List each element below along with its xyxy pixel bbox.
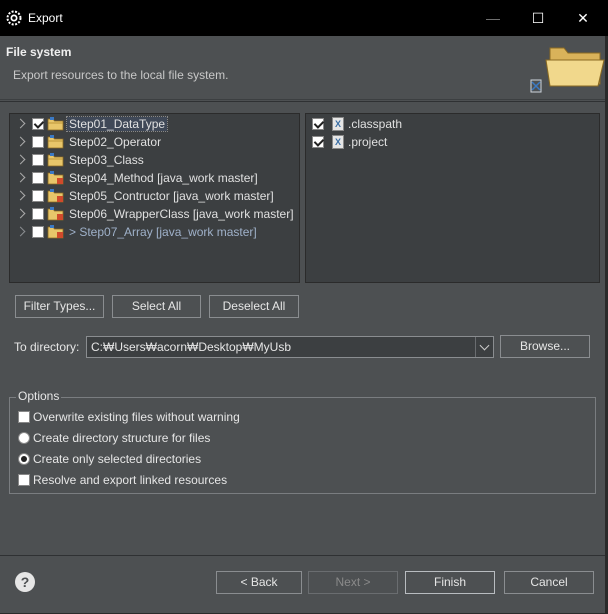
tree-item-label: Step01_DataType xyxy=(65,116,169,132)
finish-label: Finish xyxy=(433,575,466,589)
project-folder-icon xyxy=(47,153,64,167)
wizard-header: File system Export resources to the loca… xyxy=(0,36,608,100)
cancel-label: Cancel xyxy=(530,575,568,589)
file-list[interactable]: X .classpath X .project xyxy=(305,113,600,283)
tree-checkbox[interactable] xyxy=(32,172,44,184)
deselect-all-label: Deselect All xyxy=(222,299,286,313)
chevron-right-icon[interactable] xyxy=(15,154,26,165)
create-structure-label: Create directory structure for files xyxy=(33,431,211,445)
to-directory-label: To directory: xyxy=(14,340,80,354)
chevron-right-icon[interactable] xyxy=(15,136,26,147)
deselect-all-button[interactable]: Deselect All xyxy=(209,295,299,318)
options-title: Options xyxy=(16,389,62,403)
tree-row[interactable]: Step02_Operator xyxy=(10,134,299,152)
resolve-linked-checkbox[interactable] xyxy=(18,474,30,486)
list-item[interactable]: X .project xyxy=(306,134,599,152)
browse-label: Browse... xyxy=(519,339,570,353)
directory-combo[interactable]: C:₩Users₩acorn₩Desktop₩MyUsb xyxy=(86,336,494,358)
tree-row[interactable]: > Step07_Array [java_work master] xyxy=(10,224,299,242)
tree-checkbox[interactable] xyxy=(32,208,44,220)
filter-types-button[interactable]: Filter Types... xyxy=(15,295,104,318)
help-icon[interactable]: ? xyxy=(15,572,35,592)
git-project-folder-icon xyxy=(47,189,64,203)
create-structure-radio[interactable] xyxy=(18,432,30,444)
chevron-right-icon[interactable] xyxy=(15,208,26,219)
tree-row[interactable]: Step04_Method [java_work master] xyxy=(10,170,299,188)
maximize-button[interactable]: ☐ xyxy=(515,0,561,36)
header-separator xyxy=(0,101,608,102)
finish-button[interactable]: Finish xyxy=(405,571,495,594)
tree-item-label: > Step07_Array [java_work master] xyxy=(69,225,257,239)
chevron-right-icon[interactable] xyxy=(15,172,26,183)
tree-row[interactable]: Step06_WrapperClass [java_work master] xyxy=(10,206,299,224)
tree-item-label: Step03_Class xyxy=(69,153,144,167)
eclipse-gear-icon xyxy=(6,10,22,26)
footer-separator xyxy=(0,555,608,556)
file-checkbox[interactable] xyxy=(312,118,324,130)
tree-item-label: Step02_Operator xyxy=(69,135,162,149)
git-project-folder-icon xyxy=(47,171,64,185)
page-description: Export resources to the local file syste… xyxy=(13,68,229,82)
page-title: File system xyxy=(6,45,72,59)
export-folder-icon xyxy=(530,38,608,96)
file-checkbox[interactable] xyxy=(312,136,324,148)
chevron-right-icon[interactable] xyxy=(15,118,26,129)
browse-button[interactable]: Browse... xyxy=(500,335,590,358)
overwrite-checkbox[interactable] xyxy=(18,411,30,423)
project-folder-icon xyxy=(47,117,64,131)
create-selected-radio[interactable] xyxy=(18,453,30,465)
list-item[interactable]: X .classpath xyxy=(306,116,599,134)
back-button[interactable]: < Back xyxy=(216,571,302,594)
cancel-button[interactable]: Cancel xyxy=(504,571,594,594)
window-title: Export xyxy=(28,11,63,25)
tree-item-label: Step05_Contructor [java_work master] xyxy=(69,189,274,203)
next-label: Next > xyxy=(335,575,371,589)
filter-types-label: Filter Types... xyxy=(23,299,96,313)
chevron-right-icon[interactable] xyxy=(15,226,26,237)
tree-row[interactable]: Step03_Class xyxy=(10,152,299,170)
tree-item-label: Step06_WrapperClass [java_work master] xyxy=(69,207,294,221)
title-bar: Export — ☐ ✕ xyxy=(0,0,608,36)
git-project-folder-icon xyxy=(47,207,64,221)
resolve-linked-label: Resolve and export linked resources xyxy=(33,473,228,487)
tree-checkbox[interactable] xyxy=(32,118,44,130)
tree-item-label: Step04_Method [java_work master] xyxy=(69,171,258,185)
project-tree[interactable]: Step01_DataType Step02_Operator Step03_C… xyxy=(9,113,300,283)
close-button[interactable]: ✕ xyxy=(560,0,606,36)
minimize-button[interactable]: — xyxy=(470,0,516,36)
tree-checkbox[interactable] xyxy=(32,154,44,166)
tree-row[interactable]: Step01_DataType xyxy=(10,116,299,134)
git-project-folder-icon xyxy=(47,225,64,239)
overwrite-label: Overwrite existing files without warning xyxy=(33,410,240,424)
create-selected-label: Create only selected directories xyxy=(33,452,202,466)
select-all-button[interactable]: Select All xyxy=(112,295,201,318)
back-label: < Back xyxy=(240,575,278,589)
xml-file-icon: X xyxy=(332,135,344,149)
file-label: .project xyxy=(348,135,388,149)
next-button[interactable]: Next > xyxy=(308,571,398,594)
select-all-label: Select All xyxy=(131,299,182,313)
directory-value: C:₩Users₩acorn₩Desktop₩MyUsb xyxy=(91,340,292,354)
tree-checkbox[interactable] xyxy=(32,136,44,148)
xml-file-icon: X xyxy=(332,117,344,131)
file-label: .classpath xyxy=(348,117,403,131)
project-folder-icon xyxy=(47,135,64,149)
tree-checkbox[interactable] xyxy=(32,226,44,238)
chevron-right-icon[interactable] xyxy=(15,190,26,201)
tree-row[interactable]: Step05_Contructor [java_work master] xyxy=(10,188,299,206)
tree-checkbox[interactable] xyxy=(32,190,44,202)
export-dialog: Export — ☐ ✕ File system Export resource… xyxy=(0,0,608,614)
chevron-down-icon[interactable] xyxy=(475,337,493,357)
